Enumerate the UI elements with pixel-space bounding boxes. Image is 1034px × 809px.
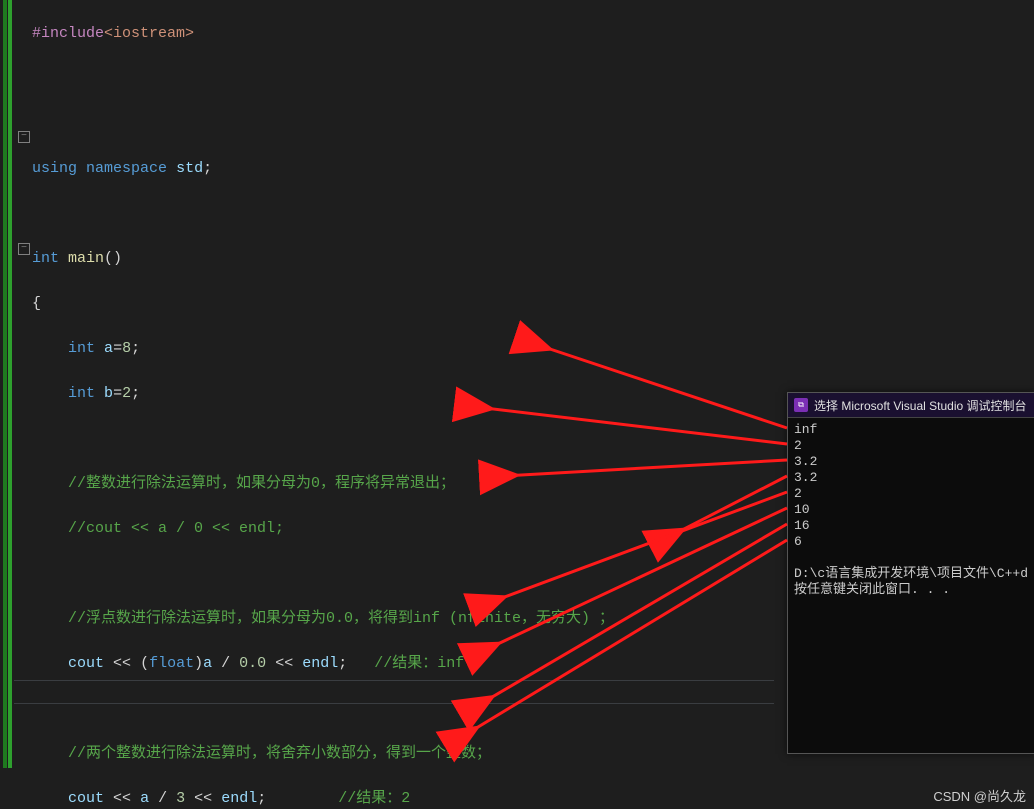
fold-icon[interactable]: −: [18, 243, 30, 255]
console-icon: ⧉: [794, 398, 808, 412]
gutter: [0, 0, 14, 809]
watermark: CSDN @尚久龙: [933, 786, 1026, 805]
console-title-text: 选择 Microsoft Visual Studio 调试控制台: [814, 397, 1027, 414]
console-output: inf 2 3.2 3.2 2 10 16 6 D:\c语言集成开发环境\项目文…: [788, 418, 1034, 602]
debug-console-window[interactable]: ⧉ 选择 Microsoft Visual Studio 调试控制台 inf 2…: [787, 392, 1034, 754]
fold-icon[interactable]: −: [18, 131, 30, 143]
console-titlebar[interactable]: ⧉ 选择 Microsoft Visual Studio 调试控制台: [788, 393, 1034, 418]
